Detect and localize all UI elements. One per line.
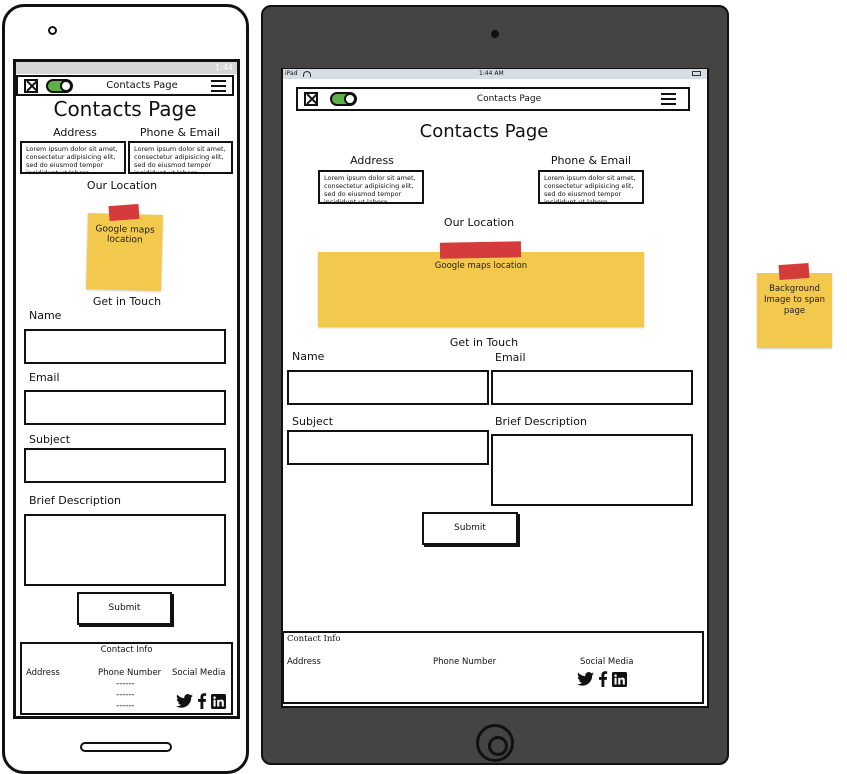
tablet-status-device: iPad bbox=[285, 70, 298, 77]
phone-footer-dashes: ------ ------ ------ bbox=[116, 679, 134, 712]
phone-dash-line: ------ bbox=[116, 690, 135, 700]
tablet-home-button[interactable] bbox=[476, 724, 514, 762]
phone-location-label: Our Location bbox=[86, 179, 158, 192]
tablet-note-tape bbox=[439, 241, 522, 259]
facebook-icon[interactable] bbox=[197, 693, 207, 709]
phone-map-note-text: Google maps location bbox=[95, 224, 155, 246]
toggle-switch[interactable] bbox=[330, 92, 357, 106]
phone-footer-phone-number: Phone Number bbox=[98, 668, 162, 678]
phone-phone-email-text: Lorem ipsum dolor sit amet, consectetur … bbox=[128, 141, 233, 174]
tablet-submit-button[interactable]: Submit bbox=[422, 512, 518, 545]
twitter-icon[interactable] bbox=[176, 694, 193, 708]
tablet-page-title: Contacts Page bbox=[419, 121, 549, 142]
tablet-footer bbox=[282, 631, 704, 704]
tablet-subject-label: Subject bbox=[292, 415, 334, 428]
tablet-name-field[interactable] bbox=[287, 370, 489, 405]
tablet-location-label: Our Location bbox=[443, 216, 515, 229]
phone-dash-line: ------ bbox=[116, 679, 135, 689]
tablet-subject-field[interactable] bbox=[287, 430, 489, 465]
tablet-name-label: Name bbox=[292, 350, 325, 363]
phone-description-field[interactable] bbox=[24, 514, 226, 586]
tablet-status-bar: iPad 1:44 AM bbox=[283, 69, 707, 79]
facebook-icon[interactable] bbox=[598, 671, 608, 687]
phone-status-bar: 1:44 bbox=[16, 62, 237, 74]
phone-map-note: Google maps location bbox=[86, 213, 163, 291]
phone-submit-button[interactable]: Submit bbox=[77, 592, 172, 625]
tablet-email-label: Email bbox=[495, 351, 526, 364]
hamburger-menu-icon[interactable] bbox=[211, 79, 226, 92]
close-icon[interactable] bbox=[24, 78, 38, 93]
close-icon[interactable] bbox=[304, 92, 318, 106]
tablet-address-text: Lorem ipsum dolor sit amet, consectetur … bbox=[318, 170, 424, 204]
tablet-navbar: Contacts Page bbox=[296, 87, 690, 111]
phone-phone-email-label: Phone & Email bbox=[139, 126, 221, 139]
tablet-nav-title: Contacts Page bbox=[476, 94, 542, 104]
phone-address-text: Lorem ipsum dolor sit amet, consectetur … bbox=[20, 141, 126, 174]
tablet-email-field[interactable] bbox=[491, 370, 693, 405]
phone-status-time: 1:44 bbox=[215, 63, 233, 72]
side-sticky-note: Background Image to span page bbox=[757, 273, 832, 348]
phone-email-field[interactable] bbox=[24, 390, 226, 425]
tablet-description-label: Brief Description bbox=[495, 415, 587, 428]
twitter-icon[interactable] bbox=[577, 672, 594, 686]
tablet-description-field[interactable] bbox=[491, 434, 693, 506]
side-note-text: Background Image to span page bbox=[764, 284, 825, 316]
phone-social-icons bbox=[176, 693, 226, 709]
phone-subject-field[interactable] bbox=[24, 448, 226, 483]
phone-note-tape bbox=[108, 203, 140, 222]
phone-get-in-touch: Get in Touch bbox=[92, 295, 162, 308]
tablet-phone-email-text: Lorem ipsum dolor sit amet, consectetur … bbox=[538, 170, 644, 204]
phone-footer-address: Address bbox=[26, 668, 60, 678]
tablet-phone-email-label: Phone & Email bbox=[550, 154, 632, 167]
tablet-get-in-touch: Get in Touch bbox=[449, 336, 519, 349]
phone-earpiece bbox=[48, 26, 57, 35]
phone-nav-title: Contacts Page bbox=[106, 80, 178, 91]
phone-name-field[interactable] bbox=[24, 329, 226, 364]
phone-subject-label: Subject bbox=[29, 433, 71, 446]
linkedin-icon[interactable] bbox=[211, 693, 226, 709]
phone-footer-social-media: Social Media bbox=[172, 668, 226, 678]
tablet-footer-social-media: Social Media bbox=[580, 657, 634, 667]
phone-home-button[interactable] bbox=[80, 742, 172, 752]
phone-name-label: Name bbox=[29, 309, 62, 322]
battery-icon bbox=[692, 71, 701, 76]
tablet-camera bbox=[491, 30, 499, 38]
tablet-address-label: Address bbox=[350, 154, 394, 167]
tablet-map-note-text: Google maps location bbox=[434, 261, 528, 271]
phone-description-label: Brief Description bbox=[29, 494, 121, 507]
toggle-switch[interactable] bbox=[46, 78, 73, 93]
phone-email-label: Email bbox=[29, 371, 60, 384]
tablet-footer-title: Contact Info bbox=[287, 634, 341, 644]
tablet-footer-address: Address bbox=[287, 657, 321, 667]
hamburger-menu-icon[interactable] bbox=[661, 93, 676, 105]
phone-dash-line: ------ bbox=[116, 701, 135, 711]
tablet-social-icons bbox=[577, 671, 627, 687]
phone-footer-title: Contact Info bbox=[100, 645, 153, 655]
tablet-footer-phone-number: Phone Number bbox=[433, 657, 497, 667]
wifi-icon bbox=[303, 71, 311, 77]
side-note-tape bbox=[778, 262, 810, 281]
tablet-map-note: Google maps location bbox=[318, 252, 644, 327]
linkedin-icon[interactable] bbox=[612, 671, 627, 687]
tablet-status-time: 1:44 AM bbox=[479, 70, 504, 77]
phone-page-title: Contacts Page bbox=[53, 97, 197, 121]
phone-address-label: Address bbox=[53, 126, 97, 139]
phone-navbar: Contacts Page bbox=[16, 75, 234, 96]
